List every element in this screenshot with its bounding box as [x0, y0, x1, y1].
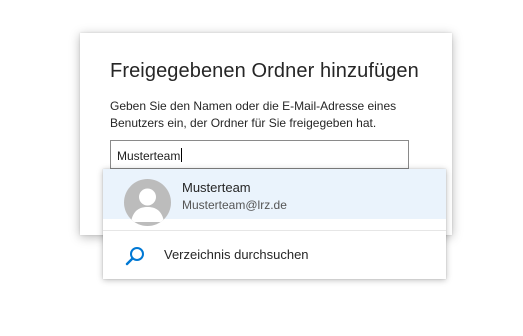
suggestion-item[interactable]: Musterteam Musterteam@lrz.de	[103, 169, 446, 226]
dialog-description: Geben Sie den Namen oder die E-Mail-Adre…	[110, 99, 397, 130]
person-silhouette-svg	[131, 188, 164, 222]
dialog-title: Freigegebenen Ordner hinzufügen	[110, 60, 419, 82]
text-caret	[181, 148, 183, 162]
suggestions-dropdown: Musterteam Musterteam@lrz.de Verzeichnis…	[103, 169, 446, 279]
person-avatar-icon	[124, 179, 171, 226]
directory-search-label: Verzeichnis durchsuchen	[164, 247, 309, 262]
suggestion-email: Musterteam@lrz.de	[182, 198, 287, 212]
suggestion-name: Musterteam	[182, 180, 251, 195]
screen: Freigegebenen Ordner hinzufügen Geben Si…	[0, 0, 523, 336]
search-icon	[125, 247, 144, 266]
directory-search-item[interactable]: Verzeichnis durchsuchen	[103, 231, 446, 279]
input-value: Musterteam	[117, 149, 181, 163]
user-search-input[interactable]: Musterteam	[110, 140, 409, 169]
input-value-wrapper: Musterteam	[117, 148, 183, 163]
